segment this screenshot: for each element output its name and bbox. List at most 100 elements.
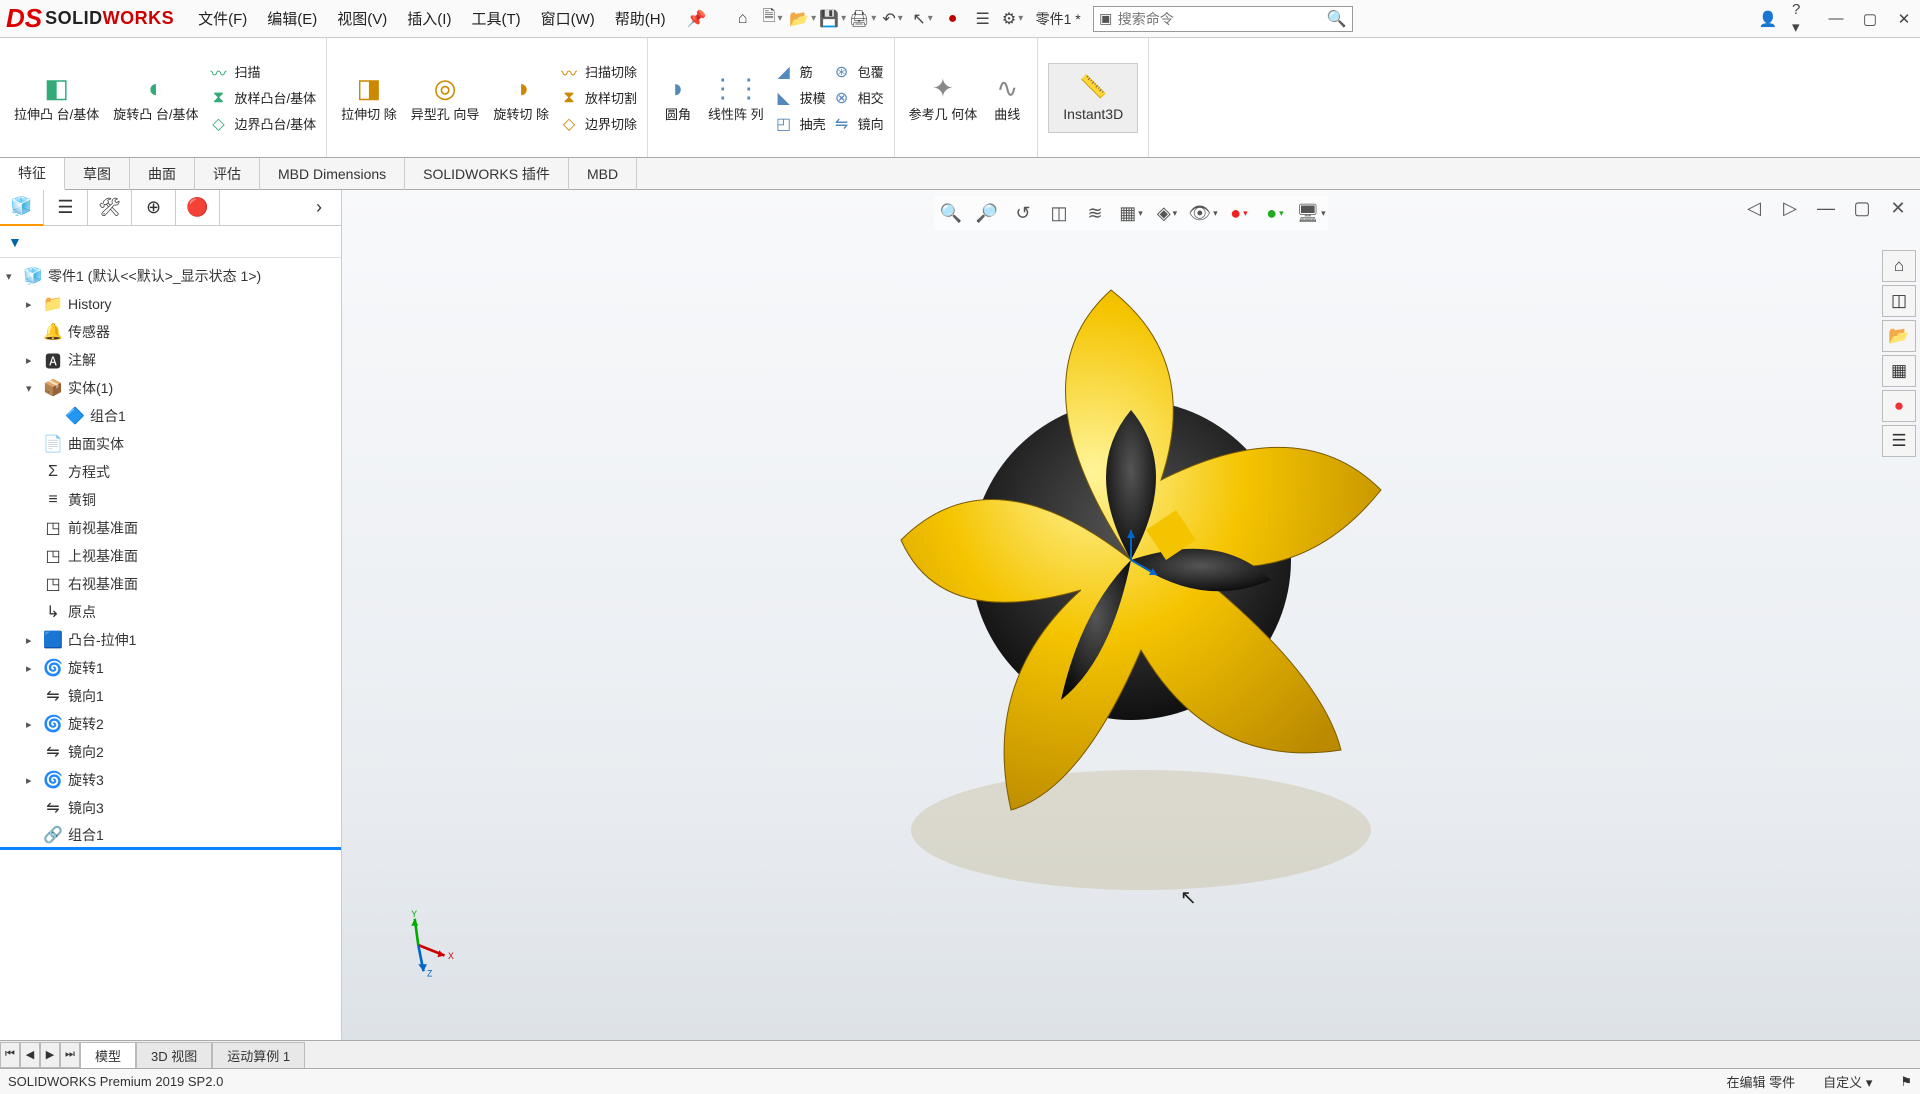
tree-tab-more[interactable]: ›: [297, 190, 341, 226]
dock-home-icon[interactable]: ⌂: [1882, 250, 1916, 282]
tree-item-8[interactable]: ◳前视基准面: [0, 514, 341, 542]
next-doc-icon[interactable]: ▷: [1776, 194, 1804, 222]
tree-root[interactable]: ▾ 🧊 零件1 (默认<<默认>_显示状态 1>): [0, 262, 341, 290]
pin-icon[interactable]: 📌: [686, 8, 708, 30]
tab-surfaces[interactable]: 曲面: [130, 158, 195, 190]
print-icon[interactable]: 🖨: [852, 8, 874, 30]
tab-evaluate[interactable]: 评估: [195, 158, 260, 190]
boundary-boss-button[interactable]: ◇边界凸台/基体: [208, 114, 316, 134]
tree-item-12[interactable]: ▸🟦凸台-拉伸1: [0, 626, 341, 654]
tree-item-17[interactable]: ▸🌀旋转3: [0, 766, 341, 794]
shell-button[interactable]: ◰抽壳: [774, 114, 826, 134]
tab-mbd-dimensions[interactable]: MBD Dimensions: [260, 158, 405, 190]
dock-custom-props-icon[interactable]: ☰: [1882, 425, 1916, 457]
menu-window[interactable]: 窗口(W): [541, 8, 595, 30]
hole-wizard-button[interactable]: ◎异型孔 向导: [407, 70, 484, 125]
intersect-button[interactable]: ⊗相交: [832, 88, 884, 108]
minimize-button[interactable]: —: [1826, 9, 1846, 29]
boundary-cut-button[interactable]: ◇边界切除: [559, 114, 637, 134]
btab-first-icon[interactable]: ⏮: [0, 1042, 20, 1068]
tab-mbd[interactable]: MBD: [569, 158, 637, 190]
select-icon[interactable]: ↖: [912, 8, 934, 30]
tree-item-3[interactable]: ▾📦实体(1): [0, 374, 341, 402]
tree-item-15[interactable]: ▸🌀旋转2: [0, 710, 341, 738]
section-view-icon[interactable]: ◫: [1045, 199, 1073, 227]
rib-button[interactable]: ◢筋: [774, 62, 826, 82]
render-icon[interactable]: 🖥: [1297, 199, 1325, 227]
vp-minimize-icon[interactable]: —: [1812, 194, 1840, 222]
undo-icon[interactable]: ↶: [882, 8, 904, 30]
dock-view-palette-icon[interactable]: ▦: [1882, 355, 1916, 387]
revolve-cut-button[interactable]: ◑旋转切 除: [489, 70, 553, 125]
tree-item-9[interactable]: ◳上视基准面: [0, 542, 341, 570]
vp-close-icon[interactable]: ✕: [1884, 194, 1912, 222]
tree-item-2[interactable]: ▸🅰注解: [0, 346, 341, 374]
tree-item-10[interactable]: ◳右视基准面: [0, 570, 341, 598]
help-icon[interactable]: ? ▾: [1792, 9, 1812, 29]
tree-item-0[interactable]: ▸📁History: [0, 290, 341, 318]
sweep-button[interactable]: 〰扫描: [208, 62, 316, 82]
bottom-tab-motion[interactable]: 运动算例 1: [212, 1042, 305, 1068]
menu-edit[interactable]: 编辑(E): [267, 8, 317, 30]
menu-view[interactable]: 视图(V): [337, 8, 387, 30]
zoom-fit-icon[interactable]: 🔍: [937, 199, 965, 227]
close-button[interactable]: ✕: [1894, 9, 1914, 29]
tree-item-6[interactable]: Σ方程式: [0, 458, 341, 486]
status-flag-icon[interactable]: ⚑: [1900, 1074, 1912, 1090]
reference-geometry-button[interactable]: ✦参考几 何体: [905, 70, 982, 125]
menu-file[interactable]: 文件(F): [198, 8, 247, 30]
save-icon[interactable]: 💾: [822, 8, 844, 30]
viewport[interactable]: 🔍 🔎 ↺ ◫ ≋ ▦ ◈ 👁 ● ● 🖥 ◁ ▷ — ▢ ✕ ⌂ ◫ 📂 ▦ …: [342, 190, 1920, 1040]
menu-insert[interactable]: 插入(I): [407, 8, 451, 30]
display-style-icon[interactable]: ▦: [1117, 199, 1145, 227]
tree-item-19[interactable]: 🔗组合1: [0, 822, 341, 850]
previous-view-icon[interactable]: ↺: [1009, 199, 1037, 227]
tree-item-4[interactable]: 🔷组合1: [0, 402, 341, 430]
tree-item-5[interactable]: 📄曲面实体: [0, 430, 341, 458]
zoom-area-icon[interactable]: 🔎: [973, 199, 1001, 227]
home-icon[interactable]: ⌂: [732, 8, 754, 30]
scene-icon[interactable]: ●: [1261, 199, 1289, 227]
menu-help[interactable]: 帮助(H): [615, 8, 666, 30]
appearance-icon[interactable]: ●: [1225, 199, 1253, 227]
restore-button[interactable]: ▢: [1860, 9, 1880, 29]
tree-item-18[interactable]: ⇋镜向3: [0, 794, 341, 822]
mirror-button[interactable]: ⇋镜向: [832, 114, 884, 134]
view-orientation-icon[interactable]: 👁: [1189, 199, 1217, 227]
btab-next-icon[interactable]: ▶: [40, 1042, 60, 1068]
tree-tab-display[interactable]: ⊕: [132, 190, 176, 226]
tree-item-16[interactable]: ⇋镜向2: [0, 738, 341, 766]
dock-file-explorer-icon[interactable]: 📂: [1882, 320, 1916, 352]
tree-tab-appearance[interactable]: 🔴: [176, 190, 220, 226]
extrude-cut-button[interactable]: ◨拉伸切 除: [337, 70, 401, 125]
btab-last-icon[interactable]: ⏭: [60, 1042, 80, 1068]
options-list-icon[interactable]: ☰: [972, 8, 994, 30]
instant3d-button[interactable]: 📏 Instant3D: [1048, 63, 1138, 133]
curves-button[interactable]: ∿曲线: [987, 70, 1027, 125]
menu-tools[interactable]: 工具(T): [471, 8, 520, 30]
tree-item-7[interactable]: ≡黄铜: [0, 486, 341, 514]
rebuild-icon[interactable]: ●: [942, 8, 964, 30]
tab-features[interactable]: 特征: [0, 158, 65, 190]
tab-sketch[interactable]: 草图: [65, 158, 130, 190]
bottom-tab-model[interactable]: 模型: [80, 1042, 136, 1068]
loft-cut-button[interactable]: ⧗放样切割: [559, 88, 637, 108]
tree-item-14[interactable]: ⇋镜向1: [0, 682, 341, 710]
tree-item-1[interactable]: 🔔传感器: [0, 318, 341, 346]
tree-filter-row[interactable]: ▼: [0, 226, 341, 258]
extrude-boss-button[interactable]: ◧拉伸凸 台/基体: [10, 70, 103, 125]
loft-boss-button[interactable]: ⧗放样凸台/基体: [208, 88, 316, 108]
bottom-tab-3dview[interactable]: 3D 视图: [136, 1042, 212, 1068]
search-icon[interactable]: 🔍: [1322, 9, 1352, 29]
search-box[interactable]: ▣ 🔍: [1093, 6, 1353, 32]
wrap-button[interactable]: ⊛包覆: [832, 62, 884, 82]
tree-tab-feature[interactable]: 🧊: [0, 190, 44, 226]
dock-appearances-icon[interactable]: ●: [1882, 390, 1916, 422]
user-icon[interactable]: 👤: [1758, 9, 1778, 29]
draft-button[interactable]: ◣拔模: [774, 88, 826, 108]
settings-icon[interactable]: ⚙: [1002, 8, 1024, 30]
search-input[interactable]: [1118, 11, 1322, 27]
dock-design-library-icon[interactable]: ◫: [1882, 285, 1916, 317]
open-icon[interactable]: 📂: [792, 8, 814, 30]
search-scope-icon[interactable]: ▣: [1094, 10, 1118, 27]
